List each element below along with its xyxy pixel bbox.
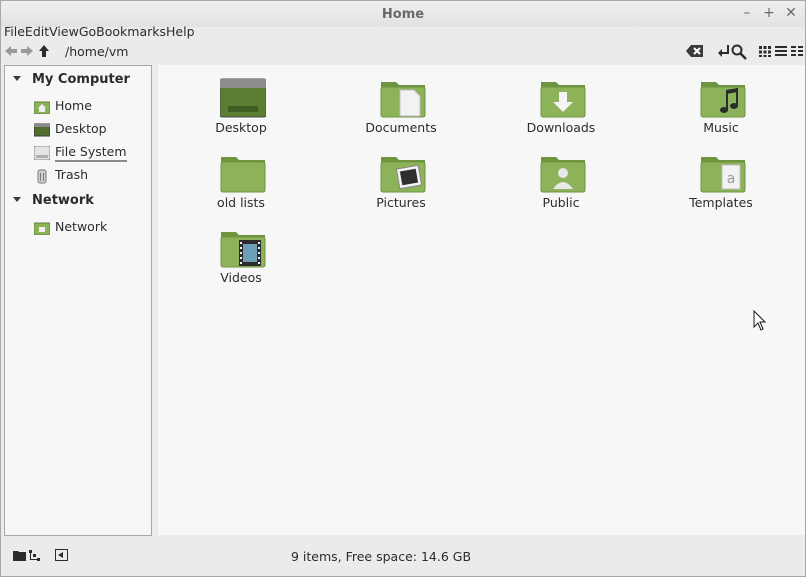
file-name: old lists	[217, 195, 265, 210]
up-arrow-icon[interactable]	[38, 45, 50, 57]
file-name: Downloads	[526, 120, 596, 135]
close-button[interactable]: ✕	[783, 5, 799, 21]
menu-bar: File Edit View Go Bookmarks Help	[4, 24, 195, 40]
music-folder-icon	[700, 82, 746, 118]
file-manager-window: Home – + ✕ File Edit View Go Bookmarks H…	[0, 0, 806, 577]
network-icon	[34, 222, 50, 235]
trash-icon	[37, 169, 47, 184]
maximize-button[interactable]: +	[761, 5, 777, 21]
window-title: Home	[381, 7, 425, 22]
toggle-location-icon[interactable]	[718, 44, 730, 58]
downloads-folder-icon	[540, 82, 586, 118]
menu-edit[interactable]: Edit	[25, 24, 49, 40]
menu-go[interactable]: Go	[79, 24, 96, 40]
file-name: Public	[542, 195, 580, 210]
menu-view[interactable]: View	[49, 24, 79, 40]
compact-view-icon[interactable]	[790, 44, 804, 58]
drive-icon	[34, 146, 50, 160]
minimize-button[interactable]: –	[739, 5, 755, 21]
file-item-downloads[interactable]: Downloads	[481, 65, 641, 135]
file-item-music[interactable]: Music	[641, 65, 801, 135]
pictures-folder-icon	[380, 157, 426, 193]
file-name: Pictures	[376, 195, 426, 210]
sidebar: My Computer Home Desktop File System Tra…	[4, 65, 152, 536]
documents-folder-icon	[380, 82, 426, 118]
collapse-triangle-icon[interactable]	[13, 197, 21, 202]
file-view[interactable]: Desktop Documents Downloads Music old li…	[158, 65, 805, 535]
desktop-folder-icon	[220, 78, 266, 118]
file-item-pictures[interactable]: Pictures	[321, 140, 481, 210]
status-text: 9 items, Free space: 14.6 GB	[290, 549, 472, 564]
back-arrow-icon[interactable]	[5, 45, 17, 57]
file-name: Templates	[689, 195, 753, 210]
status-bar: 9 items, Free space: 14.6 GB	[1, 539, 805, 575]
search-icon[interactable]	[731, 44, 747, 60]
file-item-public[interactable]: Public	[481, 140, 641, 210]
forward-arrow-icon[interactable]	[21, 45, 33, 57]
file-item-documents[interactable]: Documents	[321, 65, 481, 135]
desktop-icon	[34, 123, 50, 137]
videos-folder-icon	[220, 232, 266, 268]
file-name: Desktop	[215, 120, 267, 135]
menu-bookmarks[interactable]: Bookmarks	[96, 24, 166, 40]
file-item-videos[interactable]: Videos	[161, 215, 321, 285]
collapse-triangle-icon[interactable]	[13, 76, 21, 81]
sidebar-section-my-computer[interactable]: My Computer	[5, 72, 151, 90]
toolbar: /home/vm	[1, 42, 805, 62]
file-name: Documents	[365, 120, 437, 135]
sidebar-section-network[interactable]: Network	[5, 193, 151, 211]
svg-text:a: a	[727, 171, 736, 187]
menu-file[interactable]: File	[4, 24, 25, 40]
mouse-pointer-icon	[753, 310, 767, 331]
templates-folder-icon: a	[700, 157, 746, 193]
file-item-desktop[interactable]: Desktop	[161, 65, 321, 135]
icon-view-icon[interactable]	[758, 44, 772, 58]
file-item-templates[interactable]: a Templates	[641, 140, 801, 210]
file-name: Videos	[220, 270, 262, 285]
file-name: Music	[703, 120, 739, 135]
public-folder-icon	[540, 157, 586, 193]
list-view-icon[interactable]	[774, 44, 788, 58]
folder-icon	[220, 157, 266, 193]
menu-help[interactable]: Help	[166, 24, 195, 40]
file-item-old-lists[interactable]: old lists	[161, 140, 321, 210]
clear-location-icon[interactable]	[686, 44, 704, 58]
home-folder-icon	[34, 101, 50, 114]
location-path[interactable]: /home/vm	[65, 44, 128, 59]
